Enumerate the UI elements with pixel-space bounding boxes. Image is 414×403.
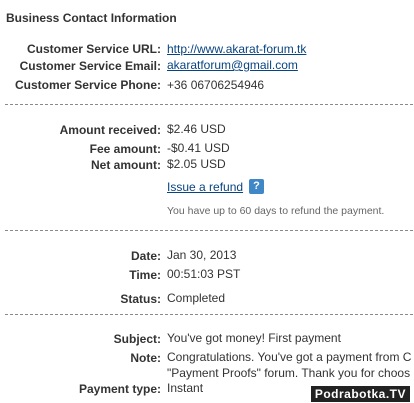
fee-amount-value: -$0.41 USD (167, 141, 230, 155)
refund-note: You have up to 60 days to refund the pay… (167, 205, 385, 217)
divider (5, 230, 413, 231)
note-line-1: Congratulations. You've got a payment fr… (167, 350, 412, 364)
time-value: 00:51:03 PST (167, 267, 241, 281)
fee-amount-label: Fee amount: (89, 142, 161, 156)
watermark: Podrabotka.TV (310, 386, 410, 402)
status-label: Status: (120, 292, 161, 306)
divider (5, 104, 413, 105)
customer-service-url-link[interactable]: http://www.akarat-forum.tk (167, 42, 306, 56)
section-title: Business Contact Information (6, 11, 177, 25)
divider (5, 314, 413, 315)
subject-value: You've got money! First payment (167, 331, 341, 345)
customer-service-phone-value: +36 06706254946 (167, 78, 265, 92)
net-amount-value: $2.05 USD (167, 157, 226, 171)
amount-received-value: $2.46 USD (167, 122, 226, 136)
time-label: Time: (129, 268, 161, 282)
amount-received-label: Amount received: (59, 123, 161, 137)
customer-service-email-link[interactable]: akaratforum@gmail.com (167, 58, 298, 72)
note-label: Note: (130, 351, 161, 365)
net-amount-label: Net amount: (91, 158, 161, 172)
subject-label: Subject: (113, 332, 161, 346)
note-line-2: "Payment Proofs" forum. Thank you for ch… (167, 366, 411, 380)
issue-refund-link[interactable]: Issue a refund (167, 180, 243, 194)
payment-type-value: Instant (167, 381, 204, 395)
status-value: Completed (167, 291, 226, 305)
customer-service-email-label: Customer Service Email: (19, 59, 161, 73)
date-value: Jan 30, 2013 (167, 248, 237, 262)
customer-service-url-label: Customer Service URL: (26, 42, 161, 56)
payment-type-label: Payment type: (78, 382, 161, 396)
customer-service-phone-label: Customer Service Phone: (14, 78, 161, 92)
help-icon[interactable]: ? (249, 179, 264, 194)
date-label: Date: (130, 249, 161, 263)
